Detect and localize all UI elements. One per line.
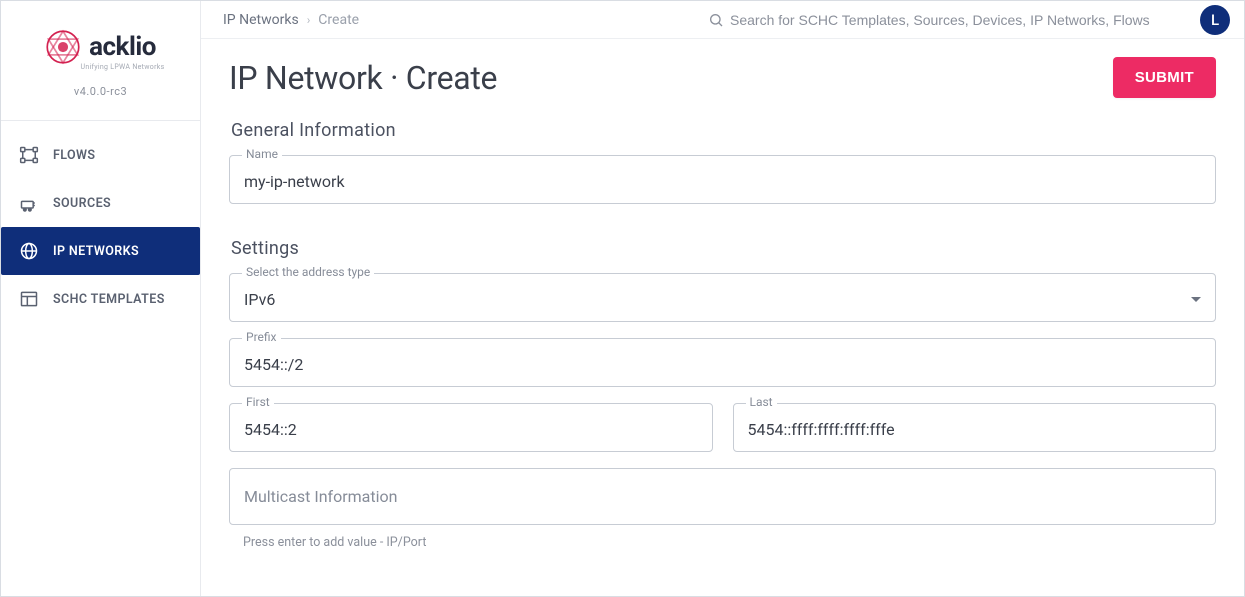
first-label: First	[242, 395, 274, 409]
multicast-field[interactable]: Multicast Information	[229, 468, 1216, 525]
sidebar-item-label: SOURCES	[53, 196, 111, 211]
last-label: Last	[746, 395, 777, 409]
breadcrumb: IP Networks › Create	[223, 12, 359, 28]
sidebar-nav: FLOWS SOURCES IP NETWORKS	[1, 131, 200, 323]
last-input[interactable]	[748, 420, 1202, 439]
sidebar-item-sources[interactable]: SOURCES	[1, 179, 200, 227]
brand-block: acklio Unifying LPWA Networks v4.0.0-rc3	[1, 1, 200, 102]
content-scroll: IP Network · Create SUBMIT General Infor…	[201, 39, 1244, 596]
avatar-initial: L	[1211, 11, 1219, 29]
name-input[interactable]	[244, 172, 1201, 191]
address-type-select[interactable]: IPv6	[244, 290, 1201, 309]
multicast-placeholder: Multicast Information	[244, 487, 397, 506]
multicast-helper: Press enter to add value - IP/Port	[243, 535, 1216, 550]
sidebar-divider	[1, 120, 200, 121]
first-input[interactable]	[244, 420, 698, 439]
submit-button[interactable]: SUBMIT	[1113, 57, 1216, 98]
search-icon	[708, 12, 724, 28]
address-type-label: Select the address type	[242, 265, 374, 279]
main-area: IP Networks › Create L IP Network · Crea…	[201, 1, 1244, 596]
address-type-value: IPv6	[244, 290, 275, 309]
first-field[interactable]: First	[229, 403, 713, 452]
page-title: IP Network · Create	[229, 59, 497, 97]
prefix-field[interactable]: Prefix	[229, 338, 1216, 387]
sidebar: acklio Unifying LPWA Networks v4.0.0-rc3…	[1, 1, 201, 596]
sidebar-item-flows[interactable]: FLOWS	[1, 131, 200, 179]
name-field-label: Name	[242, 147, 282, 161]
breadcrumb-link-ip-networks[interactable]: IP Networks	[223, 12, 299, 28]
sidebar-item-label: IP NETWORKS	[53, 244, 139, 259]
topbar: IP Networks › Create L	[201, 1, 1244, 39]
sources-icon	[19, 193, 39, 213]
sidebar-item-schc-templates[interactable]: SCHC TEMPLATES	[1, 275, 200, 323]
brand-version: v4.0.0-rc3	[11, 85, 190, 98]
section-title-settings: Settings	[231, 238, 1216, 259]
last-field[interactable]: Last	[733, 403, 1217, 452]
flows-icon	[19, 145, 39, 165]
sidebar-item-ip-networks[interactable]: IP NETWORKS	[1, 227, 200, 275]
name-field[interactable]: Name	[229, 155, 1216, 204]
avatar[interactable]: L	[1200, 5, 1230, 35]
sidebar-item-label: SCHC TEMPLATES	[53, 292, 165, 307]
sidebar-item-label: FLOWS	[53, 148, 95, 163]
template-icon	[19, 289, 39, 309]
section-title-general: General Information	[231, 120, 1216, 141]
search-input[interactable]	[730, 12, 1180, 28]
prefix-label: Prefix	[242, 330, 281, 344]
breadcrumb-separator-icon: ›	[307, 13, 311, 27]
prefix-input[interactable]	[244, 355, 1201, 374]
address-type-field[interactable]: Select the address type IPv6	[229, 273, 1216, 322]
breadcrumb-current: Create	[318, 12, 359, 28]
globe-icon	[19, 241, 39, 261]
brand-name: acklio	[89, 32, 156, 62]
chevron-down-icon	[1191, 297, 1201, 302]
global-search[interactable]	[708, 12, 1180, 28]
acklio-logo-icon	[45, 29, 81, 65]
